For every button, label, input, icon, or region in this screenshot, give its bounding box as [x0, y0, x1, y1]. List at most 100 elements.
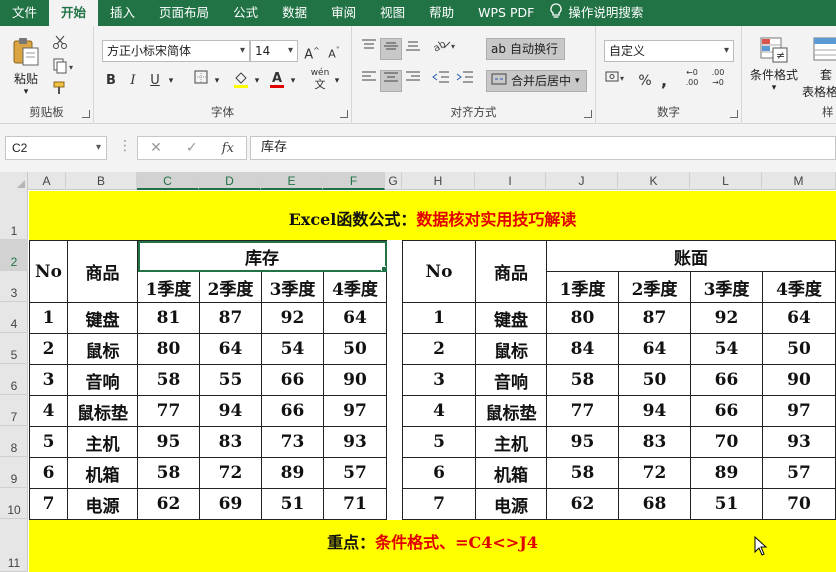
align-center-icon[interactable] [380, 70, 402, 92]
no-cell[interactable]: 4 [29, 395, 68, 427]
column-header-a[interactable]: A [28, 172, 66, 190]
row-header-7[interactable]: 7 [0, 395, 28, 426]
value-cell[interactable]: 69 [199, 488, 262, 520]
value-cell[interactable]: 50 [618, 364, 691, 396]
product-cell[interactable]: 主机 [67, 426, 138, 458]
value-cell[interactable]: 58 [137, 457, 200, 489]
number-launcher-icon[interactable] [730, 110, 738, 118]
title-band[interactable]: Excel函数公式： 数据核对实用技巧解读 [29, 191, 836, 240]
value-cell[interactable]: 89 [261, 457, 324, 489]
value-cell[interactable]: 64 [762, 302, 836, 334]
comma-icon[interactable]: , [656, 70, 672, 92]
decrease-decimal-icon[interactable]: .00 →0 [706, 68, 730, 90]
column-header-i[interactable]: I [475, 172, 546, 190]
currency-icon[interactable]: ▾ [604, 70, 628, 92]
menu-page-layout[interactable]: 页面布局 [147, 0, 221, 26]
quarter-header[interactable]: 1季度 [546, 271, 619, 303]
value-cell[interactable]: 92 [690, 302, 763, 334]
no-header[interactable]: No [402, 240, 476, 303]
value-cell[interactable]: 97 [762, 395, 836, 427]
value-cell[interactable]: 93 [323, 426, 387, 458]
value-cell[interactable]: 66 [690, 395, 763, 427]
quarter-header[interactable]: 3季度 [690, 271, 763, 303]
column-header-e[interactable]: E [261, 172, 323, 190]
font-size-combo[interactable]: 14 ▾ [250, 40, 298, 62]
menu-home[interactable]: 开始 [49, 0, 99, 26]
value-cell[interactable]: 97 [323, 395, 387, 427]
no-header[interactable]: No [29, 240, 68, 303]
chevron-down-icon[interactable]: ▾ [252, 70, 262, 92]
italic-button[interactable]: I [124, 70, 142, 92]
value-cell[interactable]: 93 [762, 426, 836, 458]
column-header-c[interactable]: C [137, 172, 199, 190]
product-cell[interactable]: 键盘 [67, 302, 138, 334]
value-cell[interactable]: 90 [323, 364, 387, 396]
product-cell[interactable]: 电源 [67, 488, 138, 520]
insert-function-icon[interactable]: fx [222, 141, 234, 156]
bold-button[interactable]: B [102, 70, 120, 92]
value-cell[interactable]: 50 [762, 333, 836, 365]
row-header-4[interactable]: 4 [0, 302, 28, 333]
cancel-icon[interactable]: ✕ [150, 140, 162, 156]
no-cell[interactable]: 1 [29, 302, 68, 334]
menu-insert[interactable]: 插入 [98, 0, 147, 26]
chevron-down-icon[interactable]: ▾ [166, 70, 176, 92]
value-cell[interactable]: 66 [690, 364, 763, 396]
value-cell[interactable]: 95 [137, 426, 200, 458]
percent-icon[interactable]: % [636, 70, 654, 92]
quarter-header[interactable]: 4季度 [762, 271, 836, 303]
value-cell[interactable]: 70 [690, 426, 763, 458]
align-middle-icon[interactable] [380, 38, 402, 60]
no-cell[interactable]: 6 [29, 457, 68, 489]
product-cell[interactable]: 机箱 [67, 457, 138, 489]
product-cell[interactable]: 鼠标垫 [475, 395, 547, 427]
value-cell[interactable]: 70 [762, 488, 836, 520]
row-header-3[interactable]: 3 [0, 271, 28, 302]
conditional-format-button[interactable]: ≠ 条件格式 ▾ [750, 36, 798, 93]
quarter-header[interactable]: 4季度 [323, 271, 387, 303]
no-cell[interactable]: 5 [29, 426, 68, 458]
clipboard-launcher-icon[interactable] [82, 110, 90, 118]
font-name-combo[interactable]: 方正小标宋简体 ▾ [102, 40, 250, 62]
value-cell[interactable]: 72 [618, 457, 691, 489]
value-cell[interactable]: 55 [199, 364, 262, 396]
row-header-5[interactable]: 5 [0, 333, 28, 364]
row-header-8[interactable]: 8 [0, 426, 28, 457]
cell-area[interactable]: Excel函数公式： 数据核对实用技巧解读 No 商品 库存 1季度 2季度 3… [29, 191, 836, 572]
column-header-f[interactable]: F [323, 172, 385, 190]
no-cell[interactable]: 6 [402, 457, 476, 489]
column-header-d[interactable]: D [199, 172, 261, 190]
product-cell[interactable]: 主机 [475, 426, 547, 458]
footer-band[interactable]: 重点： 条件格式、=C4<>J4 [29, 520, 836, 572]
row-header-9[interactable]: 9 [0, 457, 28, 488]
quarter-header[interactable]: 3季度 [261, 271, 324, 303]
quarter-header[interactable]: 2季度 [199, 271, 262, 303]
product-header[interactable]: 商品 [475, 240, 547, 303]
row-header-1[interactable]: 1 [0, 190, 28, 240]
no-cell[interactable]: 4 [402, 395, 476, 427]
value-cell[interactable]: 62 [137, 488, 200, 520]
inventory-group-header[interactable]: 库存 [137, 240, 387, 272]
value-cell[interactable]: 64 [323, 302, 387, 334]
value-cell[interactable]: 72 [199, 457, 262, 489]
column-header-l[interactable]: L [690, 172, 762, 190]
shrink-font-icon[interactable]: A˅ [324, 40, 344, 62]
product-header[interactable]: 商品 [67, 240, 138, 303]
increase-decimal-icon[interactable]: ←0.00 [680, 68, 704, 90]
grow-font-icon[interactable]: A^ [302, 40, 322, 62]
value-cell[interactable]: 83 [199, 426, 262, 458]
tell-me-search[interactable]: 操作说明搜索 [566, 0, 655, 26]
product-cell[interactable]: 鼠标 [475, 333, 547, 365]
value-cell[interactable]: 77 [546, 395, 619, 427]
column-header-g[interactable]: G [385, 172, 402, 190]
number-format-combo[interactable]: 自定义 ▾ [604, 40, 734, 62]
product-cell[interactable]: 音响 [67, 364, 138, 396]
font-launcher-icon[interactable] [340, 110, 348, 118]
value-cell[interactable]: 81 [137, 302, 200, 334]
value-cell[interactable]: 77 [137, 395, 200, 427]
menu-formulas[interactable]: 公式 [221, 0, 270, 26]
no-cell[interactable]: 3 [402, 364, 476, 396]
column-header-k[interactable]: K [618, 172, 690, 190]
row-header-6[interactable]: 6 [0, 364, 28, 395]
no-cell[interactable]: 1 [402, 302, 476, 334]
